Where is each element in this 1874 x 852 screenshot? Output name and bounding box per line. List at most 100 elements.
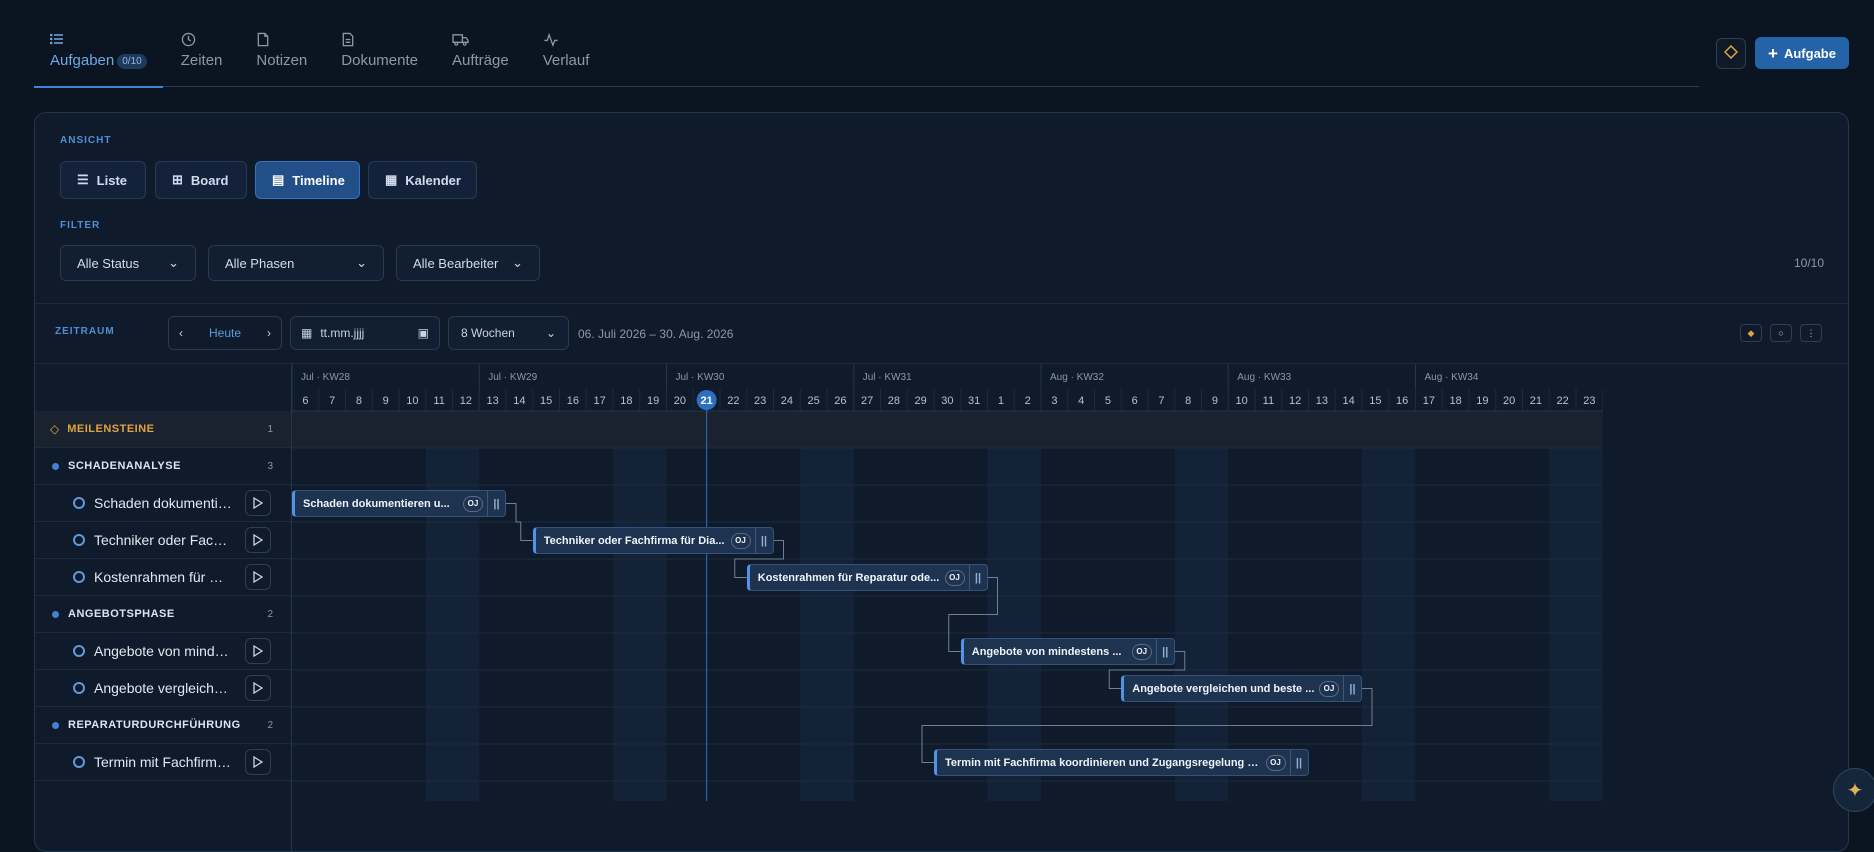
drag-handle-icon[interactable]: ||: [754, 528, 773, 553]
weeks-select[interactable]: 8 Wochen ⌄: [448, 316, 569, 350]
task-bar[interactable]: Angebote vergleichen und beste ... OJ ||: [1121, 675, 1362, 702]
status-circle-icon[interactable]: [73, 497, 85, 509]
play-button[interactable]: [245, 490, 271, 516]
task-bar-label: Angebote von mindestens ...: [971, 645, 1122, 658]
calendar-icon: ▦: [385, 172, 398, 187]
list-icon: ☰: [77, 172, 89, 187]
group-label: ANGEBOTSPHASE: [68, 608, 175, 620]
drag-handle-icon[interactable]: ||: [1155, 639, 1174, 664]
day-label: 1: [998, 395, 1004, 407]
task-bar[interactable]: Schaden dokumentieren u... OJ ||: [292, 490, 506, 517]
chevron-down-icon: ⌄: [512, 255, 523, 270]
calendar-icon: ▦: [301, 326, 313, 340]
gantt-area: Jul · KW28 Jul · KW29 Jul · KW30 Jul · KW31…: [292, 364, 1848, 851]
day-label: 14: [1343, 395, 1355, 407]
day-label: 24: [781, 395, 793, 407]
play-icon: [253, 756, 263, 768]
play-button[interactable]: [245, 527, 271, 553]
view-label: Kalender: [405, 172, 461, 188]
group-count: 1: [267, 423, 273, 435]
tab-verlauf[interactable]: Verlauf: [527, 0, 606, 87]
week-label: Jul · KW28: [301, 372, 350, 383]
truck-icon: [452, 32, 509, 50]
play-button[interactable]: [245, 675, 271, 701]
task-bar[interactable]: Kostenrahmen für Reparatur ode... OJ ||: [746, 564, 988, 591]
chevron-left-icon[interactable]: ‹: [179, 326, 183, 340]
view-board-button[interactable]: ⊞ Board: [155, 161, 247, 199]
day-label: 4: [1078, 395, 1084, 407]
task-bar[interactable]: Angebote von mindestens ... OJ ||: [960, 638, 1175, 665]
grid-icon: ⊞: [172, 172, 183, 187]
circle-toggle-icon[interactable]: ○: [1770, 324, 1792, 342]
week-label: Aug · KW34: [1425, 372, 1479, 383]
phase-select[interactable]: Alle Phasen ⌄: [208, 245, 384, 281]
drag-handle-icon[interactable]: ||: [1343, 676, 1361, 701]
day-label: 12: [1289, 395, 1301, 407]
phase-group[interactable]: SCHADENANALYSE 3: [35, 448, 291, 485]
play-button[interactable]: [245, 749, 271, 775]
task-bar[interactable]: Techniker oder Fachfirma für Dia... OJ ||: [532, 527, 774, 554]
view-kalender-button[interactable]: ▦ Kalender: [368, 161, 477, 199]
sparkle-icon: ✦: [1846, 779, 1864, 802]
task-title: Angebote von mindes...: [94, 643, 233, 659]
milestone-toggle-icon[interactable]: ◆: [1740, 324, 1762, 342]
task-row[interactable]: Angebote vergleichen...: [35, 670, 291, 707]
task-bar[interactable]: Termin mit Fachfirma koordinieren und Zu…: [934, 749, 1309, 776]
day-label: 11: [433, 395, 444, 407]
day-label: 27: [861, 395, 873, 407]
task-row[interactable]: Termin mit Fachfirma ...: [35, 744, 291, 781]
tab-dokumente[interactable]: Dokumente: [325, 0, 434, 87]
task-bar-label: Angebote vergleichen und beste ...: [1132, 682, 1315, 695]
tab-notizen[interactable]: Notizen: [240, 0, 323, 87]
view-timeline-button[interactable]: ▤ Timeline: [255, 161, 360, 199]
today-button[interactable]: Heute: [209, 326, 241, 340]
day-label: 9: [383, 395, 389, 407]
status-value: Alle Status: [77, 255, 140, 271]
more-icon[interactable]: ⋮: [1800, 324, 1822, 342]
day-label: 8: [1185, 395, 1191, 407]
drag-handle-icon[interactable]: ||: [1289, 750, 1308, 775]
bearbeiter-select[interactable]: Alle Bearbeiter ⌄: [396, 245, 540, 281]
task-bar-label: Kostenrahmen für Reparatur ode...: [757, 571, 940, 584]
tab-auftraege[interactable]: Aufträge: [436, 0, 525, 87]
tab-aufgaben[interactable]: Aufgaben 0/10: [34, 0, 163, 88]
add-task-button[interactable]: + Aufgabe: [1755, 37, 1849, 69]
phase-group[interactable]: ANGEBOTSPHASE 2: [35, 596, 291, 633]
status-circle-icon[interactable]: [73, 682, 85, 694]
play-icon: [253, 497, 263, 509]
status-select[interactable]: Alle Status ⌄: [60, 245, 196, 281]
tab-zeiten[interactable]: Zeiten: [165, 0, 239, 87]
status-circle-icon[interactable]: [73, 571, 85, 583]
task-row[interactable]: Angebote von mindes...: [35, 633, 291, 670]
timeline-icon: ▤: [272, 172, 285, 187]
avatar: OJ: [463, 495, 483, 512]
tab-label: Notizen: [256, 52, 308, 69]
drag-handle-icon[interactable]: ||: [487, 491, 505, 516]
task-panel: ANSICHT ☰ Liste ⊞ Board ▤ Timeline ▦ Kalende…: [34, 112, 1849, 852]
milestone-group[interactable]: ◇ MEILENSTEINE 1: [35, 411, 291, 448]
status-circle-icon[interactable]: [73, 645, 85, 657]
chevron-right-icon[interactable]: ›: [267, 326, 271, 340]
tab-bar: Aufgaben 0/10 Zeiten Notizen Dokumente Au…: [34, 0, 1699, 88]
calendar-picker-icon[interactable]: ▣: [418, 326, 429, 340]
play-button[interactable]: [245, 564, 271, 590]
play-button[interactable]: [245, 638, 271, 664]
status-circle-icon[interactable]: [73, 756, 85, 768]
day-label: 19: [647, 395, 659, 407]
drag-handle-icon[interactable]: ||: [968, 565, 987, 590]
day-label: 22: [727, 395, 739, 407]
task-row[interactable]: Kostenrahmen für Re...: [35, 559, 291, 596]
status-circle-icon[interactable]: [73, 534, 85, 546]
day-label: 13: [487, 395, 499, 407]
view-label: Board: [190, 172, 229, 188]
play-icon: [253, 682, 263, 694]
day-label: 10: [406, 395, 418, 407]
task-row[interactable]: Techniker oder Fachfi...: [35, 522, 291, 559]
view-liste-button[interactable]: ☰ Liste: [60, 161, 146, 199]
ai-assistant-button[interactable]: ✦: [1833, 768, 1874, 812]
milestone-button[interactable]: [1716, 38, 1746, 69]
task-row[interactable]: Schaden dokumentie...: [35, 485, 291, 522]
phase-group[interactable]: REPARATURDURCHFÜHRUNG 2: [35, 707, 291, 744]
date-input[interactable]: ▦ tt.mm.jjjj ▣: [290, 316, 440, 350]
tab-label: Dokumente: [341, 52, 418, 69]
